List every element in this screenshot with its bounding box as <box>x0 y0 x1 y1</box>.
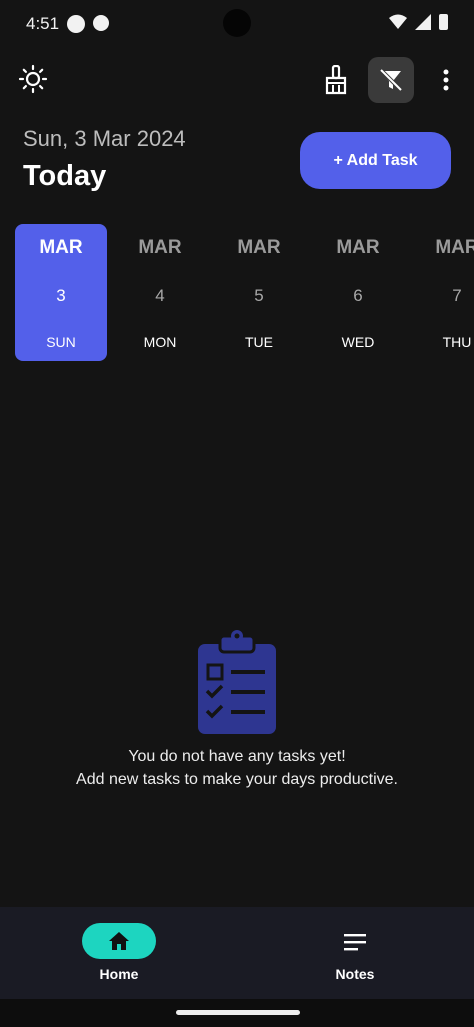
date-chip-wed[interactable]: MAR 6 WED <box>312 224 404 361</box>
bottom-navigation <box>0 907 474 999</box>
date-chip-mon[interactable]: MAR 4 MON <box>114 224 206 361</box>
broom-icon <box>325 65 347 95</box>
brightness-icon <box>18 64 48 94</box>
date-chip-day: 6 <box>353 286 363 305</box>
notification-dot-icon <box>67 15 85 33</box>
date-chip-month: MAR <box>39 237 83 258</box>
status-indicators <box>389 14 448 30</box>
date-chip-month: MAR <box>237 237 281 258</box>
date-chip-thu[interactable]: MAR 7 THU <box>411 224 474 361</box>
date-chip-weekday: WED <box>341 334 375 350</box>
date-chip-month: MAR <box>336 237 380 258</box>
clipboard-checklist-icon <box>198 630 276 734</box>
app-notification-icon <box>93 15 109 31</box>
nav-notes-label[interactable]: Notes <box>315 966 395 982</box>
nav-home-button[interactable] <box>82 923 156 959</box>
theme-toggle-button[interactable] <box>16 62 50 96</box>
date-chip-month: MAR <box>435 237 474 258</box>
page-title: Today <box>23 160 107 192</box>
date-chip-day: 5 <box>254 286 264 305</box>
date-chip-day: 7 <box>452 286 462 305</box>
add-task-button[interactable]: + Add Task <box>300 132 451 189</box>
more-options-button[interactable] <box>434 66 458 94</box>
notes-icon[interactable] <box>343 931 367 953</box>
date-chip-tue[interactable]: MAR 5 TUE <box>213 224 305 361</box>
battery-icon <box>439 14 448 30</box>
nav-home-label[interactable]: Home <box>82 966 156 982</box>
filter-toggle-button[interactable] <box>368 57 414 103</box>
date-chip-weekday: MON <box>143 334 177 350</box>
gesture-handle[interactable] <box>176 1010 300 1015</box>
date-chip-month: MAR <box>138 237 182 258</box>
filter-off-icon <box>379 68 403 92</box>
wifi-icon <box>389 14 407 29</box>
clear-tasks-button[interactable] <box>318 62 354 98</box>
signal-icon <box>415 14 431 30</box>
status-time: 4:51 <box>26 14 60 33</box>
more-vert-icon <box>443 69 449 91</box>
date-chip-thu-clip: MAR 7 THU <box>411 224 474 361</box>
date-chip-weekday: SUN <box>46 334 76 350</box>
date-chip-day: 4 <box>155 286 165 305</box>
empty-state-title: You do not have any tasks yet! <box>128 748 346 765</box>
date-chip-day: 3 <box>56 286 66 305</box>
empty-state-subtitle: Add new tasks to make your days producti… <box>76 771 398 788</box>
current-date: Sun, 3 Mar 2024 <box>23 126 186 151</box>
date-chip-weekday: TUE <box>245 334 273 350</box>
camera-cutout <box>223 9 251 37</box>
home-icon <box>109 932 129 950</box>
date-chip-sun[interactable]: MAR 3 SUN <box>15 224 107 361</box>
date-chip-weekday: THU <box>442 334 472 350</box>
